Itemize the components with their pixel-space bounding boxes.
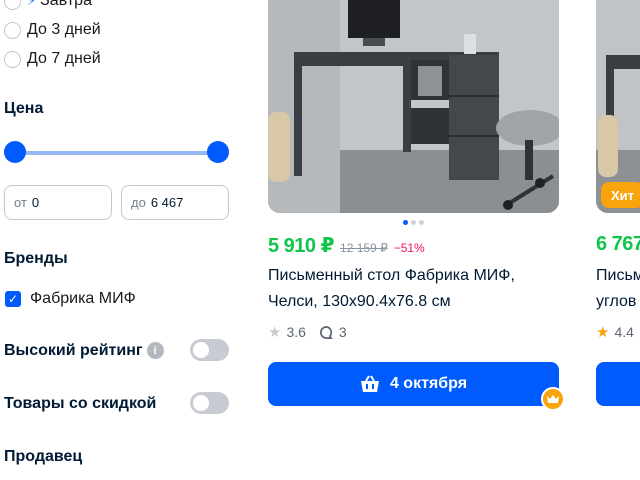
toggle-knob: [193, 342, 209, 358]
discount-percent: −51%: [393, 241, 425, 255]
hit-badge: Хит: [601, 182, 640, 208]
delivery-option-label: До 3 дней: [27, 21, 101, 38]
add-to-cart-button[interactable]: 4 октября: [268, 362, 559, 406]
price-slider-max-handle[interactable]: [207, 141, 229, 163]
radio-button[interactable]: [4, 21, 21, 39]
delivery-date: 4 октября: [389, 375, 468, 392]
rating-row-2: ★ 4.4: [596, 323, 634, 341]
review-count[interactable]: 3: [339, 324, 347, 340]
price-to-value: 6 467: [150, 195, 184, 210]
discount-filter-label: Товары со скидкой: [4, 395, 157, 412]
lightning-icon: ⚡: [27, 0, 37, 8]
rating-value: 3.6: [286, 324, 306, 340]
price-from-prefix: от: [14, 195, 27, 210]
price-slider-min-handle[interactable]: [4, 141, 26, 163]
delivery-option-3-days[interactable]: До 3 дней: [4, 21, 101, 39]
add-to-cart-button-2[interactable]: [596, 362, 640, 406]
rating-value-2: 4.4: [614, 324, 634, 340]
high-rating-label: Высокий рейтинг: [4, 342, 143, 359]
info-icon[interactable]: i: [146, 342, 164, 360]
price-to-prefix: до: [131, 195, 146, 210]
current-price: 5 910 ₽: [268, 235, 335, 257]
brand-label[interactable]: Фабрика МИФ: [30, 290, 136, 308]
delivery-option-label: Завтра: [40, 0, 92, 9]
product-title-2[interactable]: Письм углов: [596, 263, 640, 315]
price-from-input[interactable]: от 0: [4, 185, 112, 220]
pagination-dot-active[interactable]: [403, 220, 408, 225]
product-title[interactable]: Письменный стол Фабрика МИФ, Челси, 130х…: [268, 263, 558, 315]
current-price-2: 6 767: [596, 233, 640, 255]
delivery-option-tomorrow[interactable]: ⚡ Завтра: [4, 0, 92, 10]
delivery-option-7-days[interactable]: До 7 дней: [4, 50, 101, 68]
high-rating-toggle[interactable]: [190, 339, 229, 361]
seller-filter-title: Продавец: [4, 448, 83, 465]
image-pagination[interactable]: [403, 220, 424, 225]
desk-photo: [268, 0, 559, 213]
brands-filter-title: Бренды: [4, 250, 68, 267]
discount-toggle[interactable]: [190, 392, 229, 414]
brand-checkbox-checked[interactable]: ✓: [5, 291, 21, 307]
product-title-2-line1: Письм: [596, 267, 640, 284]
star-icon: ★: [268, 324, 282, 341]
radio-button[interactable]: [4, 50, 21, 68]
star-icon: ★: [596, 324, 610, 341]
pagination-dot[interactable]: [419, 220, 424, 225]
pagination-dot[interactable]: [411, 220, 416, 225]
toggle-knob: [193, 395, 209, 411]
crown-icon: [541, 387, 565, 411]
price-from-value: 0: [31, 195, 40, 210]
price-slider-track[interactable]: [15, 151, 218, 155]
comment-icon: [320, 325, 333, 339]
price-filter-title: Цена: [4, 100, 44, 117]
high-rating-filter: Высокий рейтинг i: [4, 342, 164, 360]
product-image[interactable]: [268, 0, 559, 213]
price-to-input[interactable]: до 6 467: [121, 185, 229, 220]
filters-sidebar: ⚡ Завтра До 3 дней До 7 дней Цена от 0 д…: [0, 0, 240, 480]
product-title-2-line2: углов: [596, 293, 637, 310]
radio-button[interactable]: [4, 0, 21, 10]
rating-row: ★ 3.6 3: [268, 323, 347, 341]
old-price: 12 159 ₽: [340, 241, 388, 255]
delivery-option-label: До 7 дней: [27, 50, 101, 67]
basket-icon: [360, 375, 379, 392]
price-row: 5 910 ₽ 12 159 ₽ −51%: [268, 233, 425, 258]
